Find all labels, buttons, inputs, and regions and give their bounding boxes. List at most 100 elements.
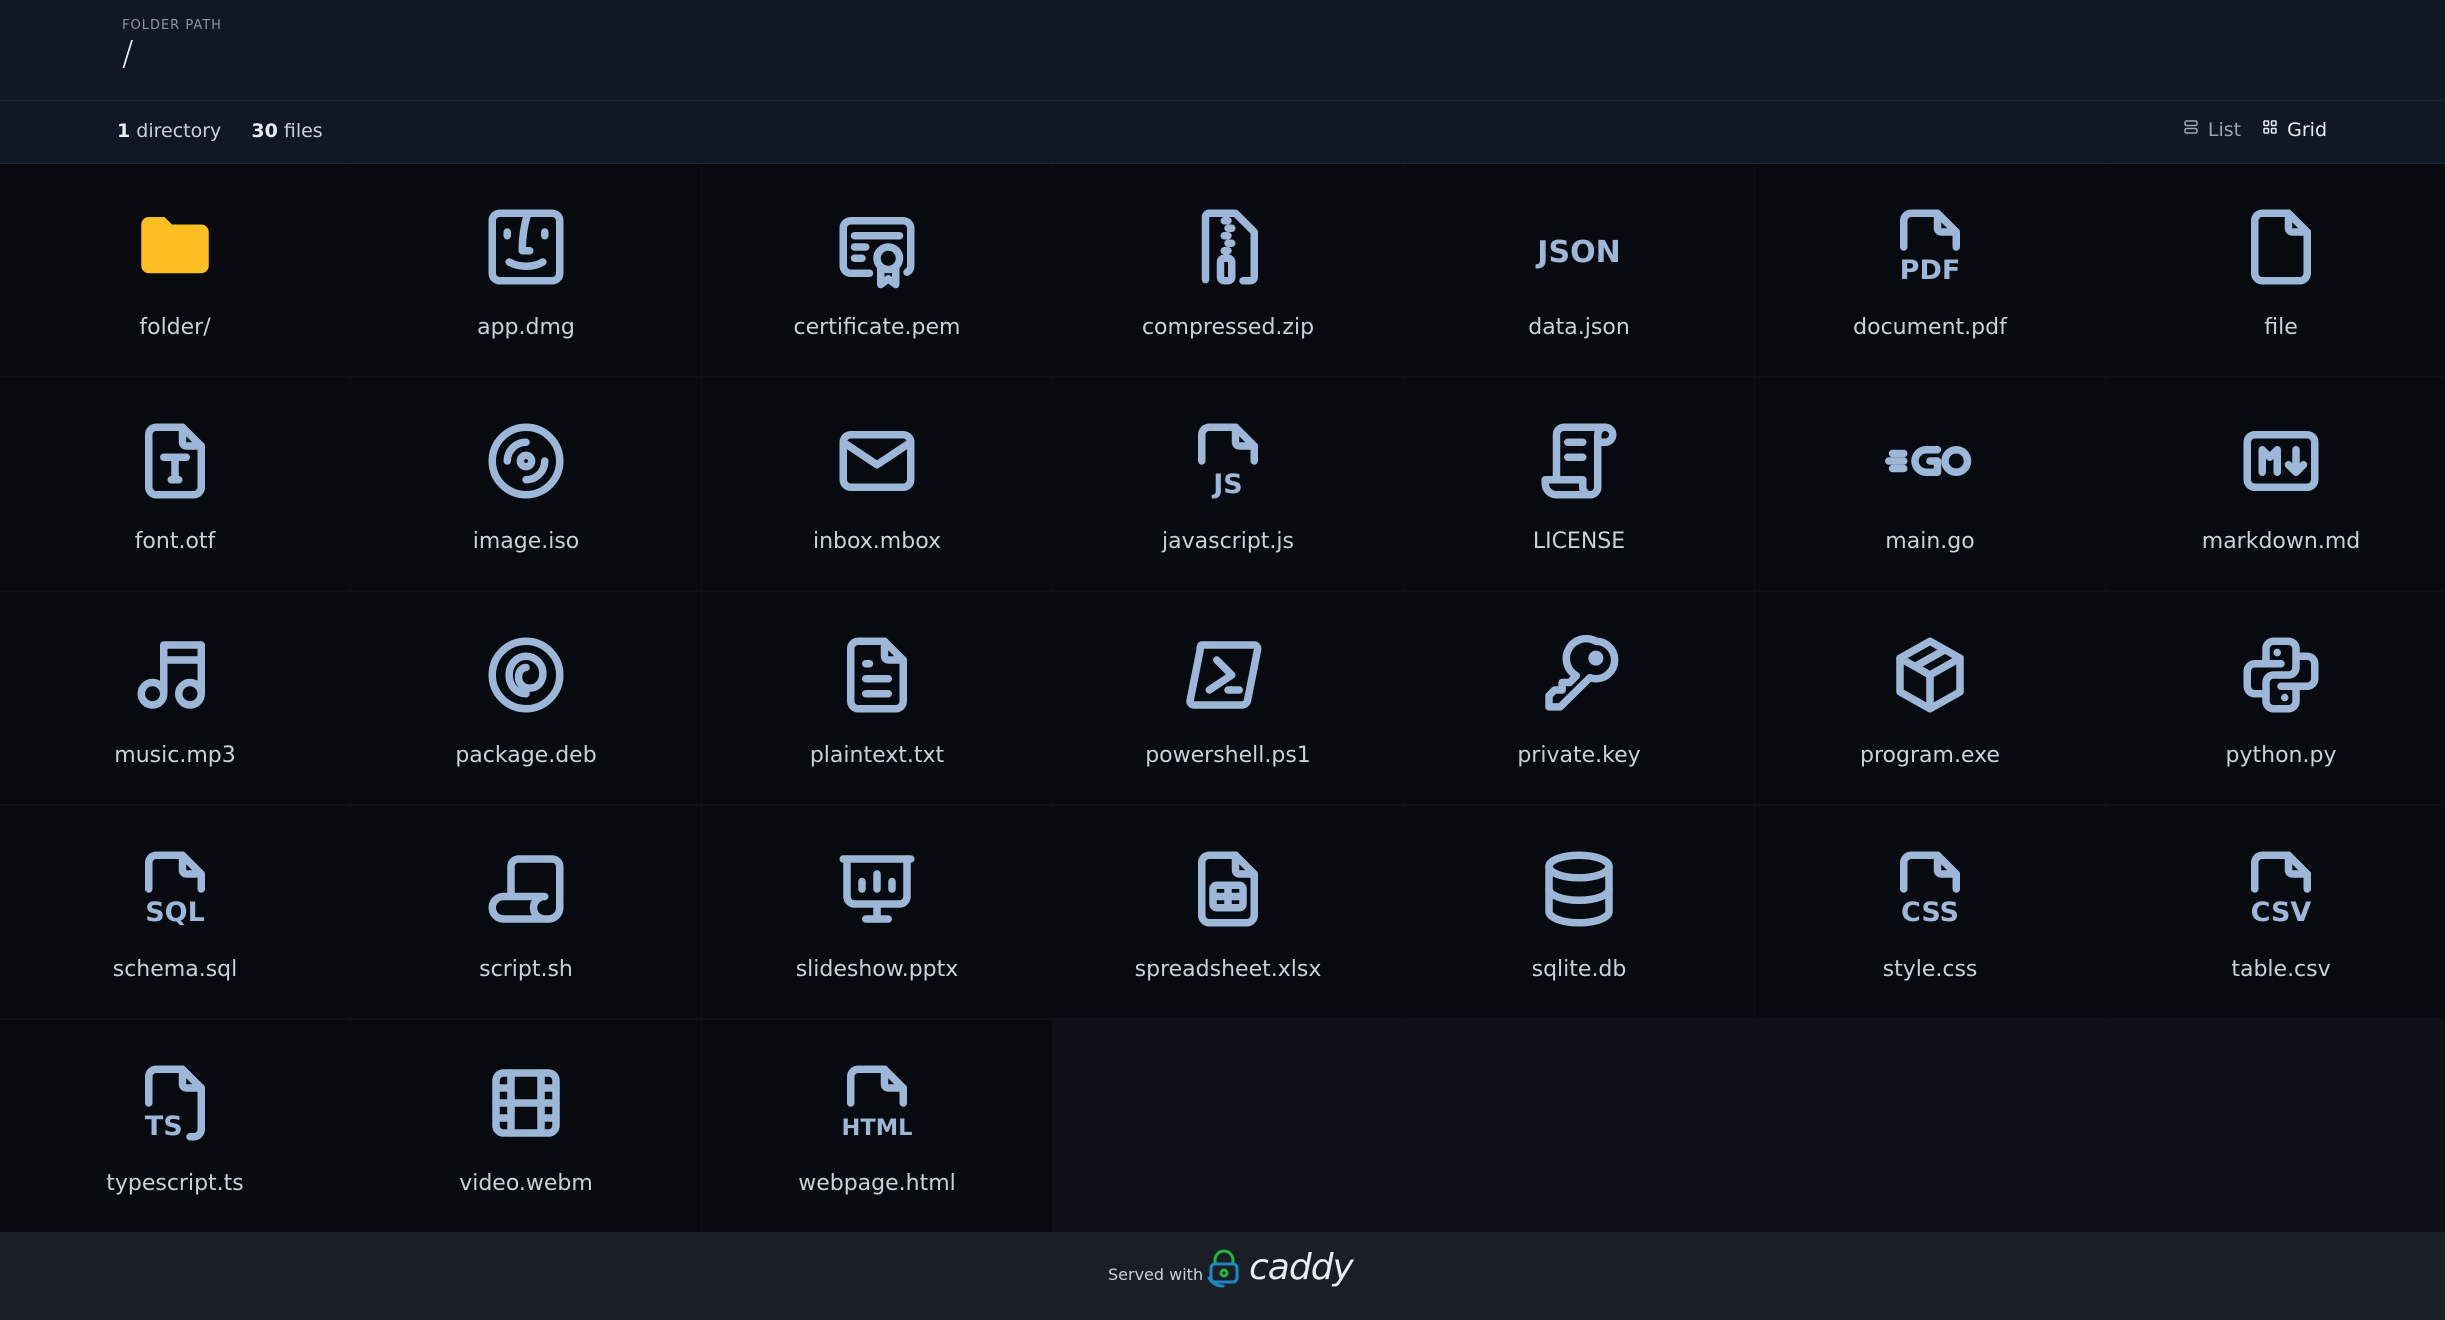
served-with-text: Served with (1108, 1265, 1204, 1284)
file-name: program.exe (1860, 743, 2000, 768)
file-item[interactable]: plaintext.txt (702, 592, 1052, 804)
file-item[interactable]: CSV table.csv (2106, 806, 2445, 1018)
film-icon (481, 1058, 571, 1148)
file-item[interactable]: markdown.md (2106, 378, 2445, 590)
file-name: app.dmg (477, 315, 575, 340)
file-count: 30 (251, 120, 278, 142)
file-item[interactable]: app.dmg (351, 164, 701, 376)
file-item[interactable]: certificate.pem (702, 164, 1052, 376)
pdf-icon: PDF (1885, 202, 1975, 292)
file-item[interactable]: slideshow.pptx (702, 806, 1052, 1018)
file-item[interactable]: main.go (1755, 378, 2105, 590)
file-item[interactable]: private.key (1404, 592, 1754, 804)
svg-text:JSON: JSON (1535, 235, 1620, 270)
package-box-icon (1885, 630, 1975, 720)
file-name: slideshow.pptx (795, 957, 959, 982)
grid-icon (2261, 118, 2279, 141)
markdown-icon (2236, 416, 2326, 506)
file-item[interactable]: python.py (2106, 592, 2445, 804)
list-view-button[interactable]: List (2182, 118, 2241, 141)
file-name: font.otf (134, 529, 216, 554)
debian-icon (481, 630, 571, 720)
file-item[interactable]: SQL schema.sql (0, 806, 350, 1018)
caddy-logo[interactable]: caddy (1205, 1247, 1354, 1288)
footer: Served with caddy (0, 1232, 2445, 1320)
file-name: schema.sql (112, 957, 238, 982)
file-item[interactable]: powershell.ps1 (1053, 592, 1403, 804)
music-icon (130, 630, 220, 720)
file-item[interactable]: font.otf (0, 378, 350, 590)
grid-view-button[interactable]: Grid (2261, 118, 2327, 141)
toolbar: 1 directory 30 files List Grid (0, 101, 2445, 164)
text-file-icon (832, 630, 922, 720)
file-item[interactable]: compressed.zip (1053, 164, 1403, 376)
svg-text:CSV: CSV (2251, 897, 2312, 928)
folder-path-label: FOLDER PATH (122, 18, 222, 33)
file-item[interactable]: script.sh (351, 806, 701, 1018)
caddy-wordmark: caddy (1249, 1247, 1354, 1288)
svg-text:CSS: CSS (1901, 897, 1959, 928)
ts-file-icon: TS (130, 1058, 220, 1148)
list-view-label: List (2207, 118, 2242, 141)
file-name: typescript.ts (106, 1171, 244, 1196)
summary: 1 directory 30 files (117, 120, 323, 142)
js-file-icon: JS (1183, 416, 1273, 506)
file-name: video.webm (459, 1171, 593, 1196)
file-item[interactable]: program.exe (1755, 592, 2105, 804)
html-file-icon: HTML (832, 1058, 922, 1148)
file-name: style.css (1882, 957, 1978, 982)
svg-text:PDF: PDF (1900, 255, 1961, 286)
grid-view-label: Grid (2287, 118, 2327, 141)
file-name: inbox.mbox (812, 529, 941, 554)
file-item[interactable]: JSON data.json (1404, 164, 1754, 376)
view-toggle: List Grid (2182, 118, 2327, 141)
file-name: javascript.js (1162, 529, 1294, 554)
file-name: markdown.md (2201, 529, 2361, 554)
database-icon (1534, 844, 1624, 934)
zip-icon (1183, 202, 1273, 292)
presentation-icon (832, 844, 922, 934)
svg-text:JS: JS (1211, 469, 1243, 500)
file-item[interactable]: PDF document.pdf (1755, 164, 2105, 376)
file-item[interactable]: music.mp3 (0, 592, 350, 804)
font-file-icon (130, 416, 220, 506)
file-item[interactable]: file (2106, 164, 2445, 376)
svg-text:TS: TS (145, 1111, 183, 1142)
finder-icon (481, 202, 571, 292)
file-item[interactable]: JS javascript.js (1053, 378, 1403, 590)
go-icon (1885, 416, 1975, 506)
script-icon (481, 844, 571, 934)
file-name: music.mp3 (114, 743, 236, 768)
license-icon (1534, 416, 1624, 506)
file-item[interactable]: video.webm (351, 1020, 701, 1232)
file-name: sqlite.db (1531, 957, 1627, 982)
file-name: spreadsheet.xlsx (1134, 957, 1322, 982)
file-name: compressed.zip (1141, 315, 1315, 340)
file-name: certificate.pem (793, 315, 961, 340)
file-item[interactable]: image.iso (351, 378, 701, 590)
svg-text:SQL: SQL (145, 897, 205, 928)
file-name: main.go (1885, 529, 1975, 554)
folder-path[interactable]: / (122, 34, 133, 74)
file-item[interactable]: TS typescript.ts (0, 1020, 350, 1232)
file-name: LICENSE (1532, 529, 1626, 554)
header: FOLDER PATH / (0, 0, 2445, 101)
directory-count: 1 (117, 120, 131, 142)
file-name: plaintext.txt (809, 743, 945, 768)
key-icon (1534, 630, 1624, 720)
file-item[interactable]: sqlite.db (1404, 806, 1754, 1018)
file-item[interactable]: inbox.mbox (702, 378, 1052, 590)
file-item[interactable]: folder/ (0, 164, 350, 376)
file-name: private.key (1517, 743, 1641, 768)
file-name: document.pdf (1853, 315, 2007, 340)
file-item[interactable]: spreadsheet.xlsx (1053, 806, 1403, 1018)
file-item[interactable]: CSS style.css (1755, 806, 2105, 1018)
file-name: webpage.html (798, 1171, 956, 1196)
file-name: powershell.ps1 (1145, 743, 1311, 768)
directory-label: directory (136, 120, 222, 142)
python-icon (2236, 630, 2326, 720)
file-item[interactable]: package.deb (351, 592, 701, 804)
file-name: python.py (2225, 743, 2337, 768)
file-item[interactable]: HTML webpage.html (702, 1020, 1052, 1232)
file-item[interactable]: LICENSE (1404, 378, 1754, 590)
